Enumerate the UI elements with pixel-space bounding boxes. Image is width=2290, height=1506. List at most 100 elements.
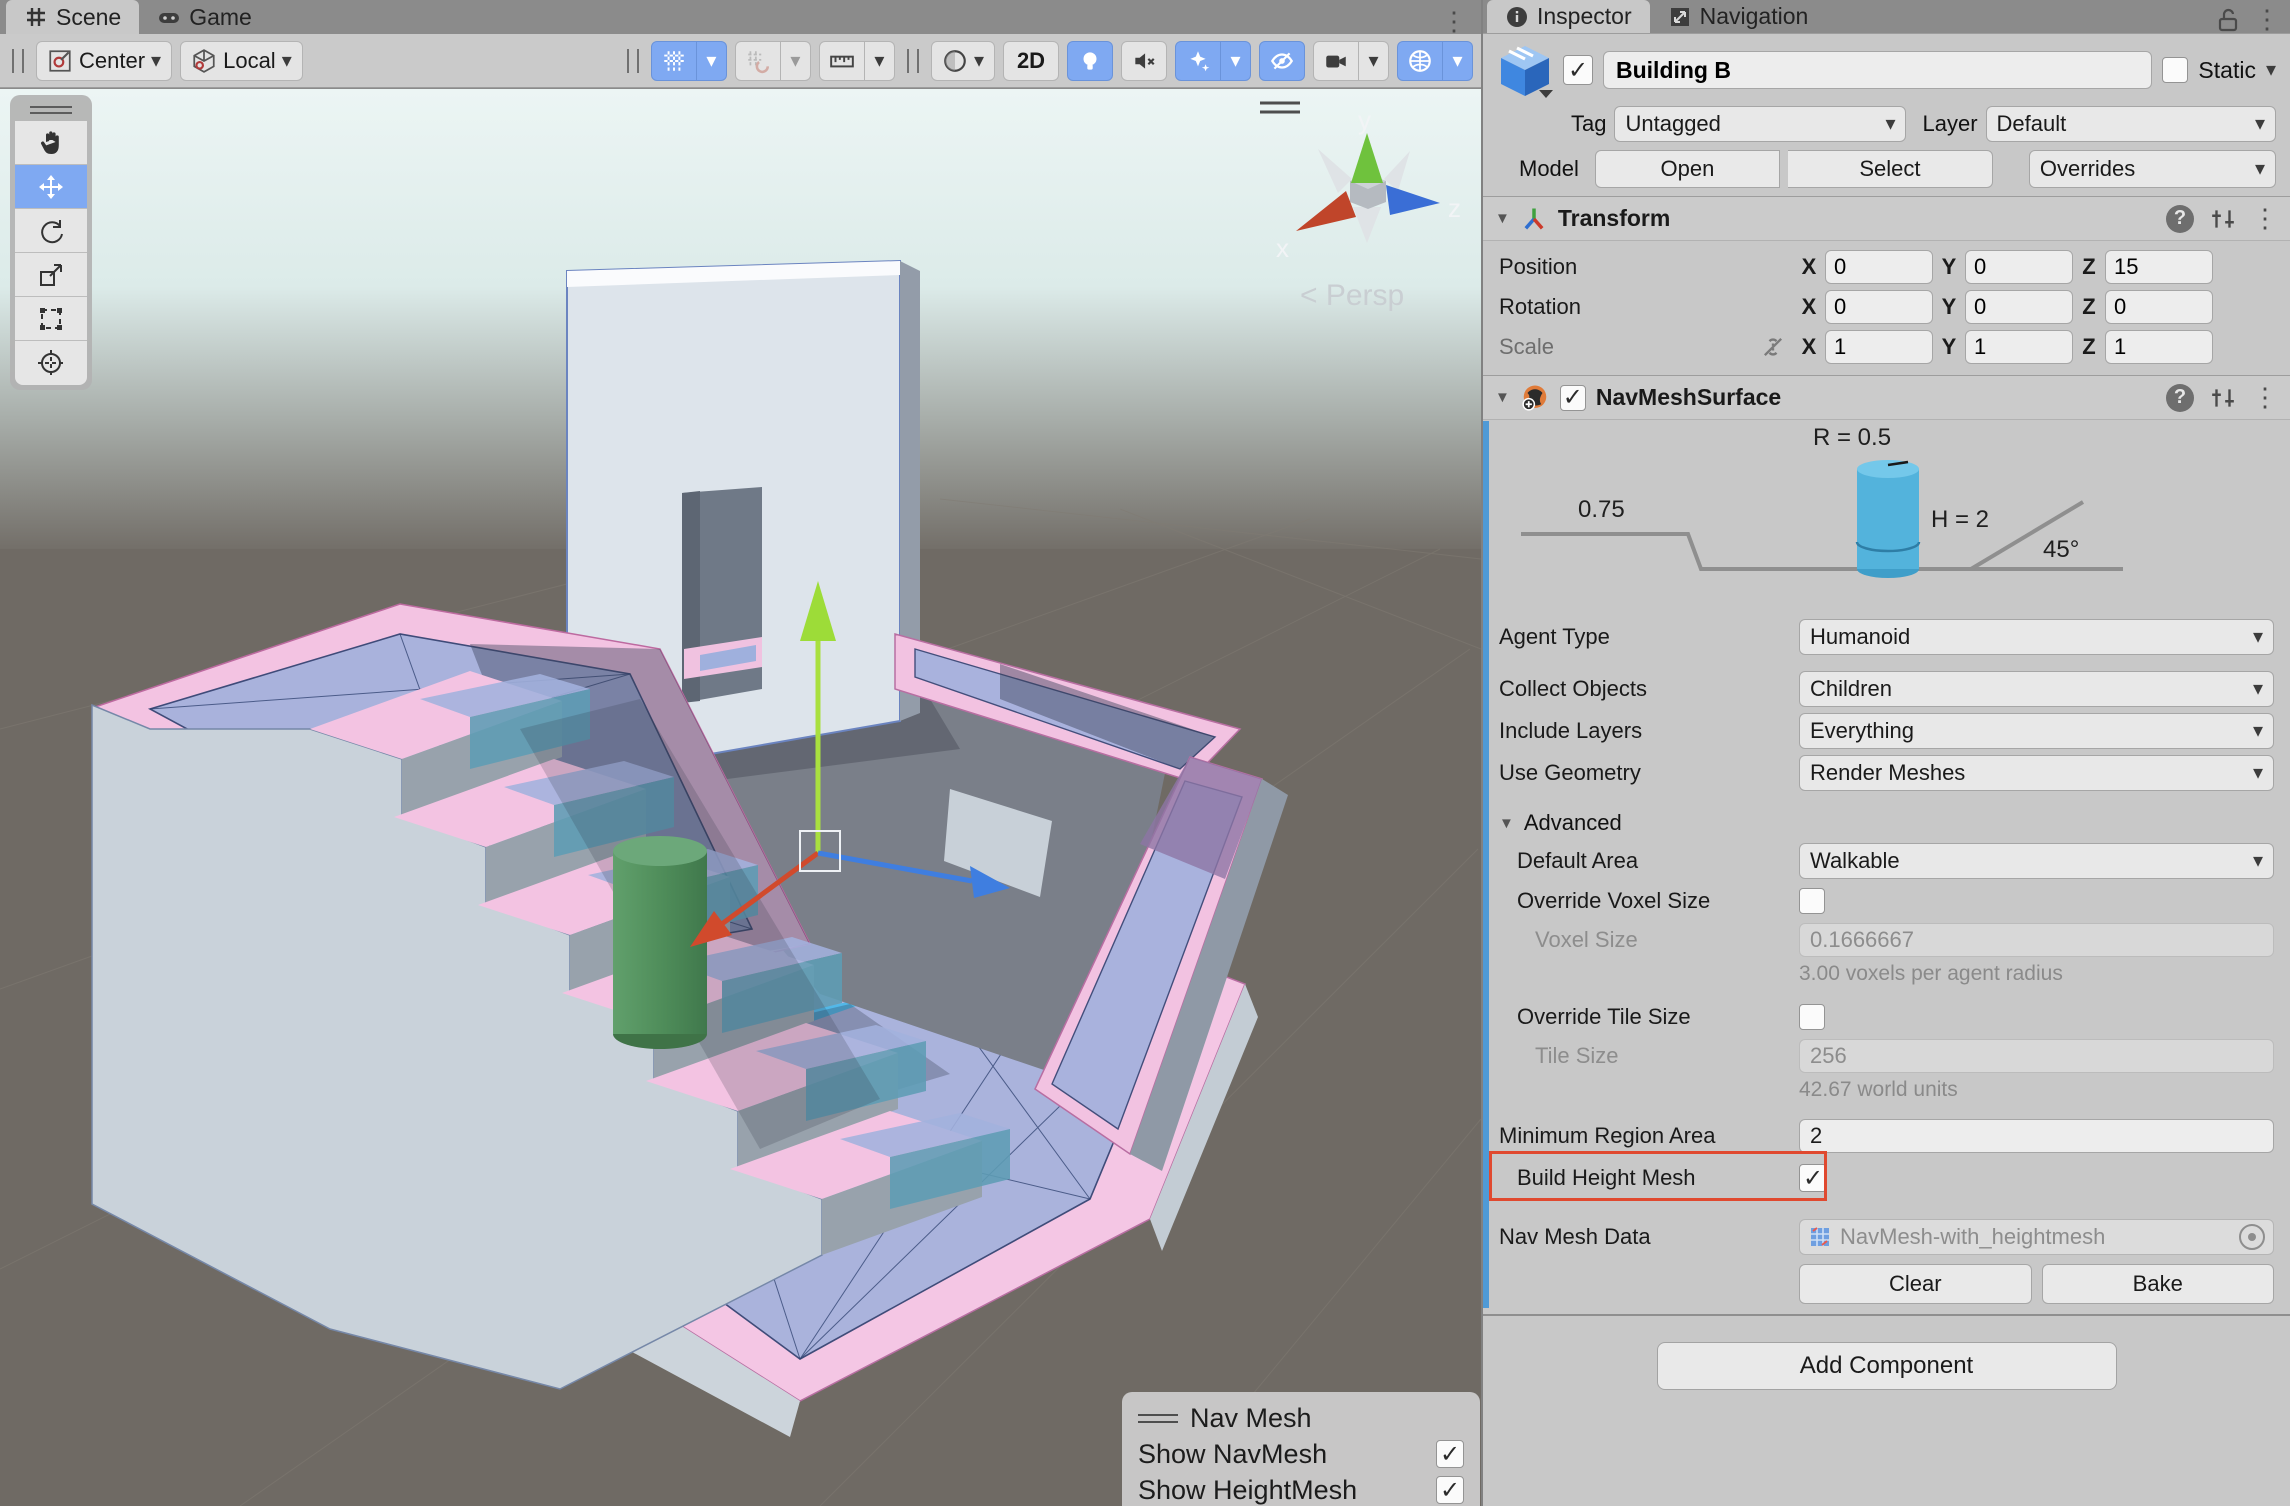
rotation-z-field[interactable] bbox=[2105, 290, 2213, 324]
link-broken-icon[interactable] bbox=[1759, 333, 1787, 361]
scene-tab-menu-icon[interactable]: ⋮ bbox=[1441, 6, 1467, 37]
default-area-dropdown[interactable]: Walkable ▾ bbox=[1799, 843, 2274, 879]
use-geometry-dropdown[interactable]: Render Meshes ▾ bbox=[1799, 755, 2274, 791]
presets-icon[interactable] bbox=[2210, 385, 2236, 411]
layer-dropdown[interactable]: Default ▾ bbox=[1986, 106, 2276, 142]
toolbar-drag-handle-3[interactable] bbox=[907, 49, 919, 73]
grid-snapping-caret[interactable]: ▾ bbox=[781, 41, 811, 81]
position-x-field[interactable] bbox=[1825, 250, 1933, 284]
nav-mesh-data-field[interactable]: NavMesh-with_heightmesh bbox=[1799, 1219, 2274, 1255]
scale-y-field[interactable] bbox=[1965, 330, 2073, 364]
add-component-button[interactable]: Add Component bbox=[1657, 1342, 2117, 1390]
rotation-x-field[interactable] bbox=[1825, 290, 1933, 324]
bake-button[interactable]: Bake bbox=[2042, 1264, 2275, 1304]
tab-inspector[interactable]: Inspector bbox=[1487, 0, 1650, 33]
orientation-dropdown[interactable]: Local ▾ bbox=[180, 41, 303, 81]
voxel-size-field[interactable] bbox=[1799, 923, 2274, 957]
agent-type-dropdown[interactable]: Humanoid ▾ bbox=[1799, 619, 2274, 655]
scene-audio-button[interactable] bbox=[1121, 41, 1167, 81]
gameobject-active-checkbox[interactable]: ✓ bbox=[1563, 55, 1593, 85]
scene-toolbar: Center ▾ Local ▾ ▾ bbox=[0, 34, 1481, 88]
navmeshsurface-enabled-checkbox[interactable]: ✓ bbox=[1560, 385, 1586, 411]
scale-x-field[interactable] bbox=[1825, 330, 1933, 364]
chevron-down-icon: ▾ bbox=[2255, 159, 2265, 179]
move-tool-button[interactable] bbox=[15, 165, 87, 209]
scene-camera-caret[interactable]: ▾ bbox=[1359, 41, 1389, 81]
minimum-region-area-field[interactable] bbox=[1799, 1119, 2274, 1153]
scene-effects-caret[interactable]: ▾ bbox=[1221, 41, 1251, 81]
tag-dropdown[interactable]: Untagged ▾ bbox=[1614, 106, 1906, 142]
prefab-cube-icon[interactable] bbox=[1497, 42, 1553, 98]
scene-lighting-button[interactable] bbox=[1067, 41, 1113, 81]
grid-visibility-button[interactable] bbox=[651, 41, 697, 81]
y-axis-label: Y bbox=[1939, 334, 1959, 360]
snap-increment-caret[interactable]: ▾ bbox=[865, 41, 895, 81]
override-tile-size-row: Override Tile Size bbox=[1483, 998, 2290, 1036]
rect-tool-button[interactable] bbox=[15, 297, 87, 341]
scale-z-field[interactable] bbox=[2105, 330, 2213, 364]
static-caret-icon[interactable]: ▾ bbox=[2266, 60, 2276, 80]
foldout-icon[interactable]: ▼ bbox=[1495, 210, 1510, 227]
pivot-mode-dropdown[interactable]: Center ▾ bbox=[36, 41, 172, 81]
presets-icon[interactable] bbox=[2210, 206, 2236, 232]
gizmos-button[interactable] bbox=[1397, 41, 1443, 81]
position-y-field[interactable] bbox=[1965, 250, 2073, 284]
scene-viewport[interactable]: y x z < Persp bbox=[0, 89, 1481, 1506]
navmeshsurface-title: NavMeshSurface bbox=[1596, 384, 2156, 411]
component-menu-icon[interactable]: ⋮ bbox=[2252, 382, 2278, 413]
navmeshsurface-header[interactable]: ▼ ✓ NavMeshSurface ? ⋮ bbox=[1483, 376, 2290, 420]
grid-snapping-button[interactable] bbox=[735, 41, 781, 81]
tab-navigation[interactable]: Navigation bbox=[1650, 0, 1827, 33]
tool-palette-handle[interactable] bbox=[15, 99, 87, 121]
collect-objects-dropdown[interactable]: Children ▾ bbox=[1799, 671, 2274, 707]
draw-mode-dropdown[interactable]: ▾ bbox=[931, 41, 995, 81]
show-heightmesh-checkbox[interactable]: ✓ bbox=[1436, 1476, 1464, 1504]
hand-tool-button[interactable] bbox=[15, 121, 87, 165]
inspector-menu-icon[interactable]: ⋮ bbox=[2254, 4, 2280, 35]
scene-visibility-button[interactable] bbox=[1259, 41, 1305, 81]
overlay-drag-handle[interactable] bbox=[1138, 1414, 1178, 1423]
layer-label: Layer bbox=[1922, 111, 1977, 137]
tile-size-field[interactable] bbox=[1799, 1039, 2274, 1073]
snap-increment-button[interactable] bbox=[819, 41, 865, 81]
rotation-y-field[interactable] bbox=[1965, 290, 2073, 324]
toolbar-drag-handle[interactable] bbox=[12, 49, 24, 73]
show-heightmesh-row: Show HeightMesh ✓ bbox=[1138, 1472, 1464, 1506]
navmesh-overlay-header[interactable]: Nav Mesh bbox=[1138, 1400, 1464, 1436]
scene-effects-button[interactable] bbox=[1175, 41, 1221, 81]
scene-camera-button[interactable] bbox=[1313, 41, 1359, 81]
perspective-label[interactable]: < Persp bbox=[1300, 279, 1404, 312]
object-picker-icon[interactable] bbox=[2239, 1224, 2265, 1250]
model-open-button[interactable]: Open bbox=[1595, 150, 1780, 188]
override-voxel-size-checkbox[interactable] bbox=[1799, 888, 1825, 914]
rotate-tool-button[interactable] bbox=[15, 209, 87, 253]
override-tile-size-checkbox[interactable] bbox=[1799, 1004, 1825, 1030]
help-icon[interactable]: ? bbox=[2166, 384, 2194, 412]
chevron-down-icon: ▾ bbox=[1368, 51, 1378, 71]
foldout-icon[interactable]: ▼ bbox=[1495, 389, 1510, 406]
scale-tool-button[interactable] bbox=[15, 253, 87, 297]
help-icon[interactable]: ? bbox=[2166, 205, 2194, 233]
clear-button[interactable]: Clear bbox=[1799, 1264, 2032, 1304]
transform-header[interactable]: ▼ Transform ? ⋮ bbox=[1483, 197, 2290, 241]
component-menu-icon[interactable]: ⋮ bbox=[2252, 203, 2278, 234]
grid-visibility-caret[interactable]: ▾ bbox=[697, 41, 727, 81]
show-navmesh-checkbox[interactable]: ✓ bbox=[1436, 1440, 1464, 1468]
overrides-dropdown[interactable]: Overrides ▾ bbox=[2029, 150, 2276, 188]
scene-tabbar: Scene Game ⋮ bbox=[0, 0, 1481, 34]
check-icon: ✓ bbox=[1568, 56, 1588, 85]
cube-icon bbox=[191, 48, 217, 74]
include-layers-dropdown[interactable]: Everything ▾ bbox=[1799, 713, 2274, 749]
gizmos-caret[interactable]: ▾ bbox=[1443, 41, 1473, 81]
advanced-foldout[interactable]: ▼ Advanced bbox=[1483, 806, 2290, 840]
model-select-button[interactable]: Select bbox=[1788, 150, 1993, 188]
tab-scene[interactable]: Scene bbox=[6, 0, 139, 34]
gameobject-name-field[interactable] bbox=[1603, 51, 2152, 89]
toolbar-drag-handle-2[interactable] bbox=[627, 49, 639, 73]
tab-game[interactable]: Game bbox=[139, 0, 270, 34]
position-z-field[interactable] bbox=[2105, 250, 2213, 284]
static-checkbox[interactable] bbox=[2162, 57, 2188, 83]
transform-tool-button[interactable] bbox=[15, 341, 87, 385]
2d-toggle-button[interactable]: 2D bbox=[1003, 41, 1059, 81]
lock-icon[interactable] bbox=[2216, 7, 2240, 33]
